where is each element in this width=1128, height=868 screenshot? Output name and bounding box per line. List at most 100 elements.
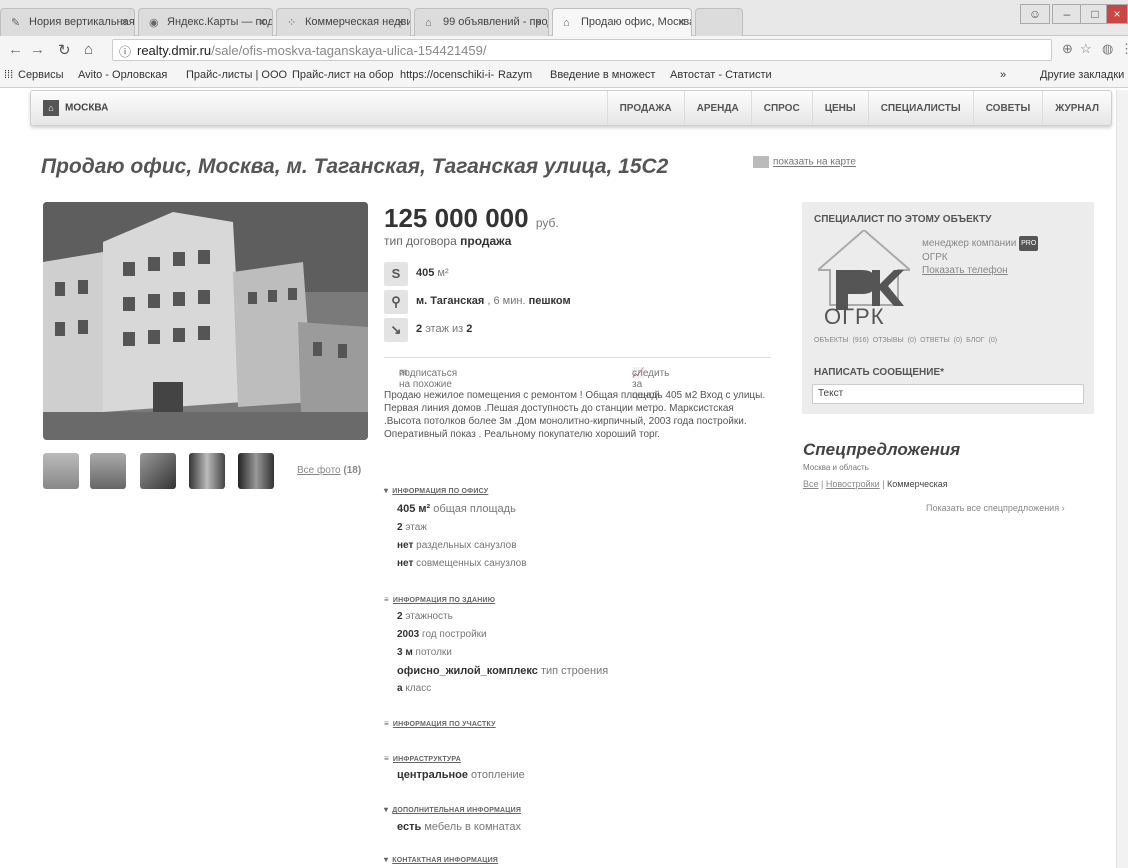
info-icon: ⓘ <box>119 45 132 59</box>
zoom-icon[interactable]: ⊕ <box>1062 41 1073 57</box>
close-tab-icon[interactable]: × <box>259 15 266 29</box>
area-unit: м² <box>437 267 449 279</box>
metro-station[interactable]: м. Таганская <box>416 295 484 307</box>
forward-icon[interactable]: → <box>30 41 45 58</box>
extra-furniture-row: есть мебель в комнатах <box>397 821 521 833</box>
city-label: МОСКВА <box>65 102 109 114</box>
other-bookmarks[interactable]: Другие закладки <box>1040 69 1124 81</box>
specialist-title: СПЕЦИАЛИСТ ПО ЭТОМУ ОБЪЕКТУ <box>814 214 992 225</box>
menu-item-journal[interactable]: ЖУРНАЛ <box>1042 91 1111 125</box>
tab-title: 99 объявлений - прода <box>443 16 549 28</box>
site-nav: ⌂ МОСКВА ПРОДАЖА АРЕНДА СПРОС ЦЕНЫ СПЕЦИА… <box>30 90 1112 126</box>
bookmark-item[interactable]: Прайс-лист на обор <box>292 69 394 81</box>
message-input[interactable]: Текст <box>812 384 1084 404</box>
url-path: /sale/ofis-moskva-taganskaya-ulica-15442… <box>211 43 487 58</box>
all-photos-label: Все фото <box>297 465 341 476</box>
menu-item-specialists[interactable]: СПЕЦИАЛИСТЫ <box>867 91 973 125</box>
photo-thumbnail[interactable] <box>43 453 79 489</box>
offers-link-new[interactable]: Новостройки <box>826 479 880 489</box>
close-tab-icon[interactable]: × <box>121 15 128 29</box>
main-photo[interactable] <box>43 202 368 440</box>
menu-item-prices[interactable]: ЦЕНЫ <box>811 91 868 125</box>
close-tab-icon[interactable]: × <box>535 15 542 29</box>
browser-tab[interactable]: ✎ Нория вертикальная Н × <box>0 8 135 36</box>
bookmark-item[interactable]: Прайс-листы | ООО <box>186 69 287 81</box>
user-icon[interactable]: ☺ <box>1020 4 1050 24</box>
section-contact-toggle[interactable]: ▾ КОНТАКТНАЯ ИНФОРМАЦИЯ <box>384 855 498 864</box>
new-tab-button[interactable] <box>695 8 743 36</box>
close-tab-icon[interactable]: × <box>397 15 404 29</box>
section-title: ДОПОЛНИТЕЛЬНАЯ ИНФОРМАЦИЯ <box>392 807 522 814</box>
offers-link-commercial[interactable]: Коммерческая <box>887 479 948 489</box>
row-label: совмещенных санузлов <box>416 558 527 569</box>
dmir-icon: ⌂ <box>563 17 570 29</box>
close-tab-icon[interactable]: × <box>678 15 685 29</box>
url-input[interactable]: ⓘ realty.dmir.ru/sale/ofis-moskva-tagans… <box>112 39 1052 61</box>
menu-item-demand[interactable]: СПРОС <box>750 91 812 125</box>
offers-link-all[interactable]: Все <box>803 479 819 489</box>
show-on-map-link[interactable]: показать на карте <box>753 156 856 168</box>
back-icon[interactable]: ← <box>8 41 23 58</box>
row-value: а <box>397 683 403 694</box>
section-title: КОНТАКТНАЯ ИНФОРМАЦИЯ <box>392 857 499 864</box>
bookmark-item[interactable]: Автостат - Статисти <box>670 69 772 81</box>
minimize-icon[interactable]: – <box>1052 4 1082 24</box>
menu-item-rent[interactable]: АРЕНДА <box>683 91 751 125</box>
specialist-stats[interactable]: ОБЪЕКТЫ (916) ОТЗЫВЫ (0) ОТВЕТЫ (0) БЛОГ… <box>814 337 997 344</box>
row-label: этажность <box>405 611 453 622</box>
section-plot-toggle[interactable]: ≡ ИНФОРМАЦИЯ ПО УЧАСТКУ <box>384 719 496 728</box>
menu-icon[interactable]: ⋮ <box>1120 41 1128 57</box>
star-icon[interactable]: ☆ <box>1080 41 1092 57</box>
reload-icon[interactable]: ↻ <box>58 41 71 59</box>
all-photos-link[interactable]: Все фото (18) <box>297 465 361 476</box>
browser-tab-strip: ✎ Нория вертикальная Н × ◉ Яндекс.Карты … <box>0 0 1128 37</box>
menu-item-sale[interactable]: ПРОДАЖА <box>606 91 684 125</box>
browser-tab[interactable]: ⁘ Коммерческая недвиж × <box>276 8 411 36</box>
manager-role: менеджер компании <box>922 238 1017 250</box>
company-name[interactable]: ОГРК <box>922 252 948 263</box>
office-separate-wc-row: нет раздельных санузлов <box>397 540 517 551</box>
bookmark-item[interactable]: Введение в множест <box>550 69 655 81</box>
manager-info: менеджер компании PRO ОГРК Показать теле… <box>922 236 1039 277</box>
row-value: нет <box>397 558 414 569</box>
browser-tab-active[interactable]: ⌂ Продаю офис, Москва × <box>552 8 692 37</box>
bookmark-item[interactable]: Avito - Орловская <box>78 69 167 81</box>
row-value: 405 <box>397 503 416 515</box>
section-infra-toggle[interactable]: ≡ ИНФРАСТРУКТУРА <box>384 754 461 763</box>
city-selector[interactable]: ⌂ МОСКВА <box>43 100 108 116</box>
scrollbar[interactable] <box>1116 90 1128 868</box>
price: 125 000 000 руб. <box>384 203 559 234</box>
browser-tab[interactable]: ◉ Яндекс.Карты — подро × <box>138 8 273 36</box>
browser-tab[interactable]: ⌂ 99 объявлений - прода × <box>414 8 549 36</box>
menu-item-tips[interactable]: СОВЕТЫ <box>972 91 1043 125</box>
extension-icon[interactable]: ◍ <box>1102 41 1113 57</box>
show-all-offers-link[interactable]: Показать все спецпредложения › <box>926 503 1065 513</box>
photo-thumbnail[interactable] <box>140 453 176 489</box>
row-value: 2003 <box>397 629 420 640</box>
show-phone-link[interactable]: Показать телефон <box>922 265 1008 276</box>
bookmarks-overflow[interactable]: » <box>1000 69 1006 81</box>
close-window-icon[interactable]: × <box>1106 4 1128 24</box>
row-value: есть <box>397 821 422 833</box>
price-value: 125 000 000 <box>384 203 529 233</box>
walking-icon: ⚲ <box>384 290 408 314</box>
bookmark-item[interactable]: https://ocenschiki-i- <box>400 69 494 81</box>
address-bar-row: ← → ↻ ⌂ ⓘ realty.dmir.ru/sale/ofis-moskv… <box>0 36 1128 64</box>
row-value: 3 <box>397 647 403 658</box>
home-icon[interactable]: ⌂ <box>84 41 93 58</box>
photo-thumbnail[interactable] <box>90 453 126 489</box>
photo-thumbnail[interactable] <box>238 453 274 489</box>
photo-thumbnail[interactable] <box>189 453 225 489</box>
bookmark-item[interactable]: Razym <box>498 69 532 81</box>
bookmark-item[interactable]: Сервисы <box>18 69 64 81</box>
building-photo-image <box>43 202 368 440</box>
office-area-row: 405 м² общая площадь <box>397 503 516 515</box>
row-label: мебель в комнатах <box>424 821 522 833</box>
map-pin-icon: ◉ <box>149 17 159 29</box>
section-office-toggle[interactable]: ▾ ИНФОРМАЦИЯ ПО ОФИСУ <box>384 486 488 495</box>
apps-icon[interactable]: ⁞⁞⁞ <box>4 69 13 81</box>
floors-total: 2 <box>466 323 473 335</box>
section-extra-toggle[interactable]: ▾ ДОПОЛНИТЕЛЬНАЯ ИНФОРМАЦИЯ <box>384 805 521 814</box>
section-building-toggle[interactable]: ≡ ИНФОРМАЦИЯ ПО ЗДАНИЮ <box>384 595 495 604</box>
row-label: этаж <box>405 522 427 533</box>
